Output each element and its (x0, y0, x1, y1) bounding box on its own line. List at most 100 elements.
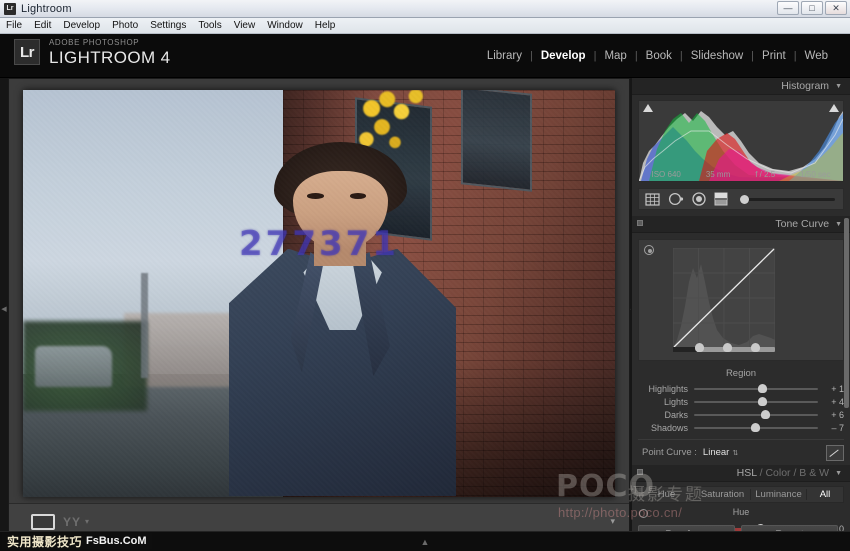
tone-curve-title: Tone Curve (775, 218, 830, 230)
shadow-clipping-icon[interactable] (643, 104, 653, 112)
slider-darks[interactable]: Darks + 6 (638, 408, 844, 421)
histogram-graph[interactable]: ISO 640 35 mm f / 2.5 1/50 sec (638, 100, 844, 182)
tab-hue[interactable]: Hue (639, 489, 695, 500)
photo-parked-car (34, 345, 112, 387)
module-book[interactable]: Book (638, 50, 680, 62)
slider-value: – 7 (831, 422, 844, 433)
lightroom-frame: Lr ADOBE PHOTOSHOP LIGHTROOM 4 Library |… (0, 34, 850, 551)
menu-settings[interactable]: Settings (150, 20, 186, 31)
menu-tools[interactable]: Tools (198, 20, 221, 31)
slider-knob[interactable] (758, 383, 768, 393)
slider-knob[interactable] (760, 409, 770, 419)
develop-tool-strip (638, 188, 844, 210)
compare-view-label[interactable]: YY (63, 515, 81, 529)
app-icon: Lr (4, 2, 16, 15)
module-library[interactable]: Library (479, 50, 530, 62)
slider-value: + 1 (831, 383, 844, 394)
hsl-label[interactable]: HSL (737, 467, 757, 479)
tone-curve-split-midtones[interactable] (723, 343, 732, 352)
menu-help[interactable]: Help (315, 20, 336, 31)
right-panel: Histogram ▼ ISO 640 35 mm f / 2.5 1/50 s… (632, 78, 850, 551)
tone-curve-region-sliders: Region Highlights + 1 Lights + 4 Darks +… (638, 366, 844, 434)
right-panel-scrollbar[interactable] (844, 218, 849, 408)
hsl-title: HSL / Color / B & W (737, 467, 829, 479)
slider-track[interactable] (694, 422, 818, 432)
module-map[interactable]: Map (596, 50, 634, 62)
highlight-clipping-icon[interactable] (829, 104, 839, 112)
chevron-updown-icon[interactable]: ⇅ (732, 449, 738, 457)
bw-label[interactable]: B & W (799, 467, 829, 479)
brand-product: LIGHTROOM 4 (49, 48, 171, 67)
window-controls: — □ ✕ (777, 1, 847, 15)
chevron-down-icon[interactable]: ▼ (835, 221, 842, 228)
slider-track[interactable] (694, 396, 818, 406)
chevron-down-icon[interactable]: ▼ (835, 470, 842, 477)
targeted-adjustment-icon[interactable] (639, 509, 648, 518)
slider-highlights[interactable]: Highlights + 1 (638, 382, 844, 395)
curve-edit-icon[interactable] (826, 444, 844, 461)
point-curve-value[interactable]: Linear (703, 447, 729, 458)
adjustment-brush-slider[interactable] (740, 194, 835, 204)
tab-all[interactable]: All (807, 489, 843, 500)
filmstrip-bar[interactable]: ▲ 实用摄影技巧 FsBus.CoM (0, 531, 850, 551)
menu-window[interactable]: Window (267, 20, 303, 31)
menu-file[interactable]: File (6, 20, 22, 31)
hsl-section-label: Hue (732, 507, 750, 517)
photo-subject-face (292, 170, 388, 249)
slider-knob[interactable] (751, 422, 761, 432)
exif-shutter-speed: 1/50 sec (800, 170, 831, 179)
os-titlebar: Lr Lightroom — □ ✕ (0, 0, 850, 18)
slider-lights[interactable]: Lights + 4 (638, 395, 844, 408)
hsl-separator: / (793, 467, 797, 479)
lightroom-window: Lr Lightroom — □ ✕ File Edit Develop Pho… (0, 0, 850, 551)
photo-lamp-post (141, 272, 149, 379)
toolbar-options-chevron-icon[interactable]: ▾ (610, 516, 615, 527)
tab-saturation[interactable]: Saturation (695, 489, 751, 500)
minimize-button[interactable]: — (777, 1, 799, 15)
slider-knob[interactable] (758, 396, 768, 406)
slider-value: + 4 (831, 396, 844, 407)
panel-switch-icon[interactable] (637, 220, 643, 226)
loupe-view-icon[interactable] (31, 513, 55, 530)
loupe-canvas[interactable]: 277371 (9, 79, 629, 503)
identity-plate[interactable]: Lr ADOBE PHOTOSHOP LIGHTROOM 4 (14, 38, 171, 67)
tab-luminance[interactable]: Luminance (751, 489, 807, 500)
graduated-filter-icon[interactable] (714, 192, 728, 206)
tone-curve-split-shadows[interactable] (695, 343, 704, 352)
module-slideshow[interactable]: Slideshow (683, 50, 751, 62)
close-button[interactable]: ✕ (825, 1, 847, 15)
histogram-panel-header[interactable]: Histogram ▼ (632, 78, 850, 95)
chevron-down-icon[interactable]: ▼ (835, 83, 842, 90)
preview-area: 277371 YY ▾ ▾ (8, 78, 630, 540)
chevron-up-icon[interactable]: ▲ (421, 537, 430, 547)
crop-overlay-icon[interactable] (645, 192, 660, 206)
module-develop[interactable]: Develop (533, 50, 594, 62)
tone-curve-panel-header[interactable]: Tone Curve ▼ (632, 216, 850, 233)
module-print[interactable]: Print (754, 50, 794, 62)
photo-image[interactable]: 277371 (23, 89, 615, 497)
menu-photo[interactable]: Photo (112, 20, 138, 31)
module-web[interactable]: Web (797, 50, 836, 62)
slider-knob[interactable] (740, 194, 749, 204)
hsl-panel-header[interactable]: HSL / Color / B & W ▼ (632, 465, 850, 482)
left-panel-toggle[interactable]: ◀ (0, 78, 8, 540)
menu-edit[interactable]: Edit (34, 20, 51, 31)
slider-track[interactable] (694, 409, 818, 419)
module-picker: Library | Develop | Map | Book | Slidesh… (479, 50, 836, 62)
menu-develop[interactable]: Develop (63, 20, 100, 31)
site-watermark-en: FsBus.CoM (86, 535, 147, 547)
histogram-curves (639, 111, 843, 181)
slider-track[interactable] (694, 383, 818, 393)
tone-curve-region-rail[interactable] (673, 343, 775, 352)
slider-shadows[interactable]: Shadows – 7 (638, 421, 844, 434)
color-label[interactable]: Color (765, 467, 790, 479)
tone-curve-graph[interactable] (638, 239, 844, 361)
red-eye-icon[interactable] (692, 192, 706, 206)
tone-curve-split-highlights[interactable] (751, 343, 760, 352)
menu-view[interactable]: View (234, 20, 256, 31)
targeted-adjustment-icon[interactable] (644, 245, 654, 255)
spot-removal-icon[interactable] (668, 192, 684, 206)
maximize-button[interactable]: □ (801, 1, 823, 15)
chevron-down-icon[interactable]: ▾ (85, 517, 89, 526)
panel-switch-icon[interactable] (637, 469, 643, 475)
